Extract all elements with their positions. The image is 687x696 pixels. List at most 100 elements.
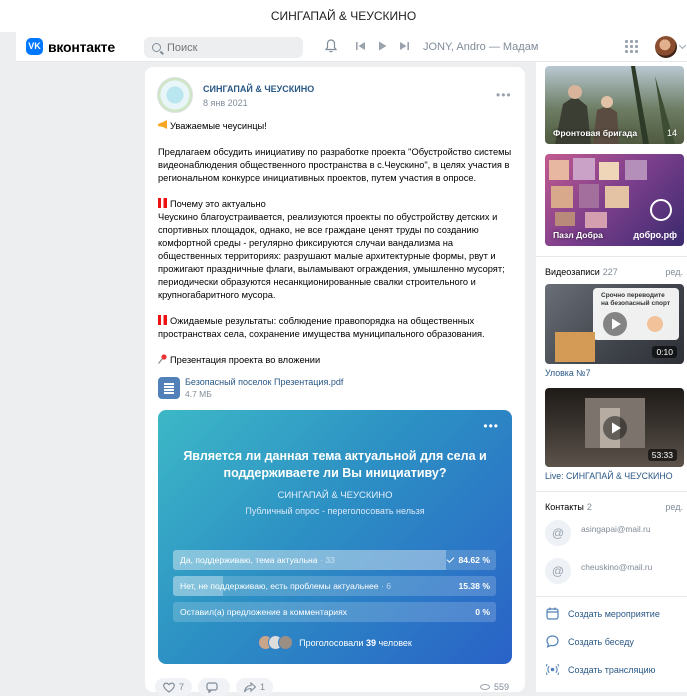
poll-voters[interactable]: Проголосовали 39 человек — [158, 635, 512, 650]
poll-option-label: Нет, не поддерживаю, есть проблемы актуа… — [180, 581, 379, 591]
video-title[interactable]: Уловка №7 — [545, 368, 591, 378]
videos-count: 227 — [602, 267, 618, 277]
share-count: 1 — [260, 682, 266, 692]
voted-prefix: Проголосовали — [299, 637, 364, 648]
pushpin-icon — [158, 354, 167, 364]
poll-option-label: Оставил(а) предложение в комментариях — [180, 607, 348, 617]
post-why-title: Почему это актуально — [170, 199, 266, 209]
right-sidebar: Фронтовая бригада 14 Пазл Добра добро.рф… — [536, 62, 687, 692]
videos-section-title[interactable]: Видеозаписи 227 — [545, 267, 618, 277]
album-badge: добро.рф — [633, 230, 677, 240]
poll-option-count: · 6 — [380, 581, 391, 591]
post-date[interactable]: 8 янв 2021 — [203, 98, 248, 108]
create-broadcast-link[interactable]: Создать трансляцию — [546, 663, 655, 676]
trumpet-icon — [158, 120, 167, 129]
vk-logo-icon: VK — [26, 38, 43, 55]
views-counter: 559 — [480, 682, 509, 692]
contacts-count: 2 — [586, 502, 592, 512]
attached-file[interactable]: Безопасный поселок Презентация.pdf 4.7 М… — [158, 377, 343, 399]
post-text: Уважаемые чеусинцы! Предлагаем обсудить … — [158, 120, 513, 380]
video-duration: 53:33 — [647, 449, 677, 461]
post-results: Ожидаемые результаты: соблюдение правопо… — [158, 316, 485, 339]
contacts-edit-link[interactable]: ред. — [665, 502, 683, 512]
poll-option[interactable]: Оставил(а) предложение в комментариях 0 … — [173, 602, 496, 622]
voted-suffix: человек — [378, 637, 412, 648]
chevron-down-icon[interactable] — [678, 41, 687, 50]
poll-more-icon[interactable]: ••• — [483, 419, 499, 433]
post-intro: Предлагаем обсудить инициативу по разраб… — [158, 147, 512, 183]
voter-avatar — [278, 635, 294, 650]
like-button[interactable]: 7 — [155, 678, 193, 696]
album-caption: Пазл Добра — [553, 230, 603, 240]
contact-email[interactable]: cheuskino@mail.ru — [581, 562, 652, 572]
poll-option[interactable]: Нет, не поддерживаю, есть проблемы актуа… — [173, 576, 496, 596]
community-avatar[interactable] — [157, 77, 193, 113]
now-playing-track[interactable]: JONY, Andro — Мадам — [423, 41, 538, 53]
notifications-bell-icon[interactable] — [325, 39, 337, 53]
calendar-icon — [546, 607, 559, 620]
share-icon — [244, 681, 257, 692]
video-thumbnail[interactable]: Срочно переводите на безопасный спорт 0:… — [545, 284, 684, 364]
poll-card: ••• Является ли данная тема актуальной д… — [158, 410, 512, 664]
link-label: Создать мероприятие — [568, 608, 660, 619]
poll-option-percent: 15.38 % — [458, 581, 490, 591]
album-caption: Фронтовая бригада — [553, 128, 638, 138]
views-count: 559 — [494, 682, 510, 692]
search-input[interactable] — [167, 41, 287, 54]
contact-email[interactable]: asingapai@mail.ru — [581, 524, 651, 534]
photo-album-puzzle-of-kindness[interactable]: Пазл Добра добро.рф — [545, 154, 684, 246]
at-sign-icon: @ — [545, 520, 571, 546]
share-button[interactable]: 1 — [236, 678, 274, 696]
video-duration: 0:10 — [652, 346, 677, 358]
next-track-icon[interactable] — [400, 41, 409, 51]
poll-option-percent: 84.62 % — [458, 555, 490, 565]
contact-item[interactable]: @ cheuskino@mail.ru — [545, 558, 652, 584]
post-actions: 7 1 — [155, 678, 274, 696]
eye-icon — [480, 684, 490, 690]
contacts-section-title[interactable]: Контакты 2 — [545, 502, 592, 512]
heart-icon — [163, 682, 175, 693]
post-more-icon[interactable]: ••• — [496, 88, 512, 102]
video-title[interactable]: Live: СИНГАПАЙ & ЧЕУСКИНО — [545, 471, 673, 481]
photo-album-front-brigade[interactable]: Фронтовая бригада 14 — [545, 66, 684, 144]
user-avatar[interactable] — [655, 36, 677, 58]
voted-count: 39 — [365, 637, 376, 648]
play-button-icon[interactable] — [603, 416, 627, 440]
post-attachment-note: Презентация проекта во вложении — [170, 355, 321, 365]
vk-logo-text: вконтакте — [48, 38, 115, 55]
file-name[interactable]: Безопасный поселок Презентация.pdf — [185, 377, 343, 387]
vk-logo[interactable]: VK вконтакте — [26, 38, 115, 55]
album-count: 14 — [666, 128, 677, 138]
audio-player-controls — [356, 41, 409, 51]
video-thumbnail[interactable]: 53:33 — [545, 388, 684, 467]
at-sign-icon: @ — [545, 558, 571, 584]
comment-button[interactable] — [198, 678, 231, 696]
search-box[interactable] — [144, 37, 303, 58]
post-author[interactable]: СИНГАПАЙ & ЧЕУСКИНО — [203, 84, 314, 94]
poll-option-count: · 33 — [319, 555, 335, 565]
document-icon — [158, 377, 180, 399]
poll-option[interactable]: Да, поддерживаю, тема актуальна · 33 84.… — [173, 550, 496, 570]
chat-bubble-icon — [546, 635, 559, 648]
previous-track-icon[interactable] — [356, 41, 365, 51]
file-size: 4.7 МБ — [185, 389, 212, 399]
poll-type: Публичный опрос - переголосовать нельзя — [245, 506, 425, 516]
contact-item[interactable]: @ asingapai@mail.ru — [545, 520, 651, 546]
post-why-text: Чеускино благоустраивается, реализуются … — [158, 212, 505, 300]
play-icon[interactable] — [378, 41, 387, 51]
videos-edit-link[interactable]: ред. — [665, 267, 683, 277]
checkmark-icon — [447, 555, 455, 563]
double-exclamation-icon — [158, 315, 167, 325]
poll-author: СИНГАПАЙ & ЧЕУСКИНО — [277, 490, 393, 501]
apps-grid-icon[interactable] — [625, 40, 638, 53]
broadcast-icon — [546, 663, 559, 676]
create-chat-link[interactable]: Создать беседу — [546, 635, 634, 648]
video-overlay-text: Срочно переводите на безопасный спорт — [601, 292, 671, 307]
create-event-link[interactable]: Создать мероприятие — [546, 607, 660, 620]
top-navigation-bar: VK вконтакте JONY, Andro — Мадам — [16, 32, 687, 62]
play-button-icon[interactable] — [603, 312, 627, 336]
wall-post: СИНГАПАЙ & ЧЕУСКИНО 8 янв 2021 ••• Уважа… — [145, 67, 525, 696]
comment-icon — [206, 681, 218, 693]
double-exclamation-icon — [158, 198, 167, 208]
poll-option-percent: 0 % — [475, 607, 490, 617]
